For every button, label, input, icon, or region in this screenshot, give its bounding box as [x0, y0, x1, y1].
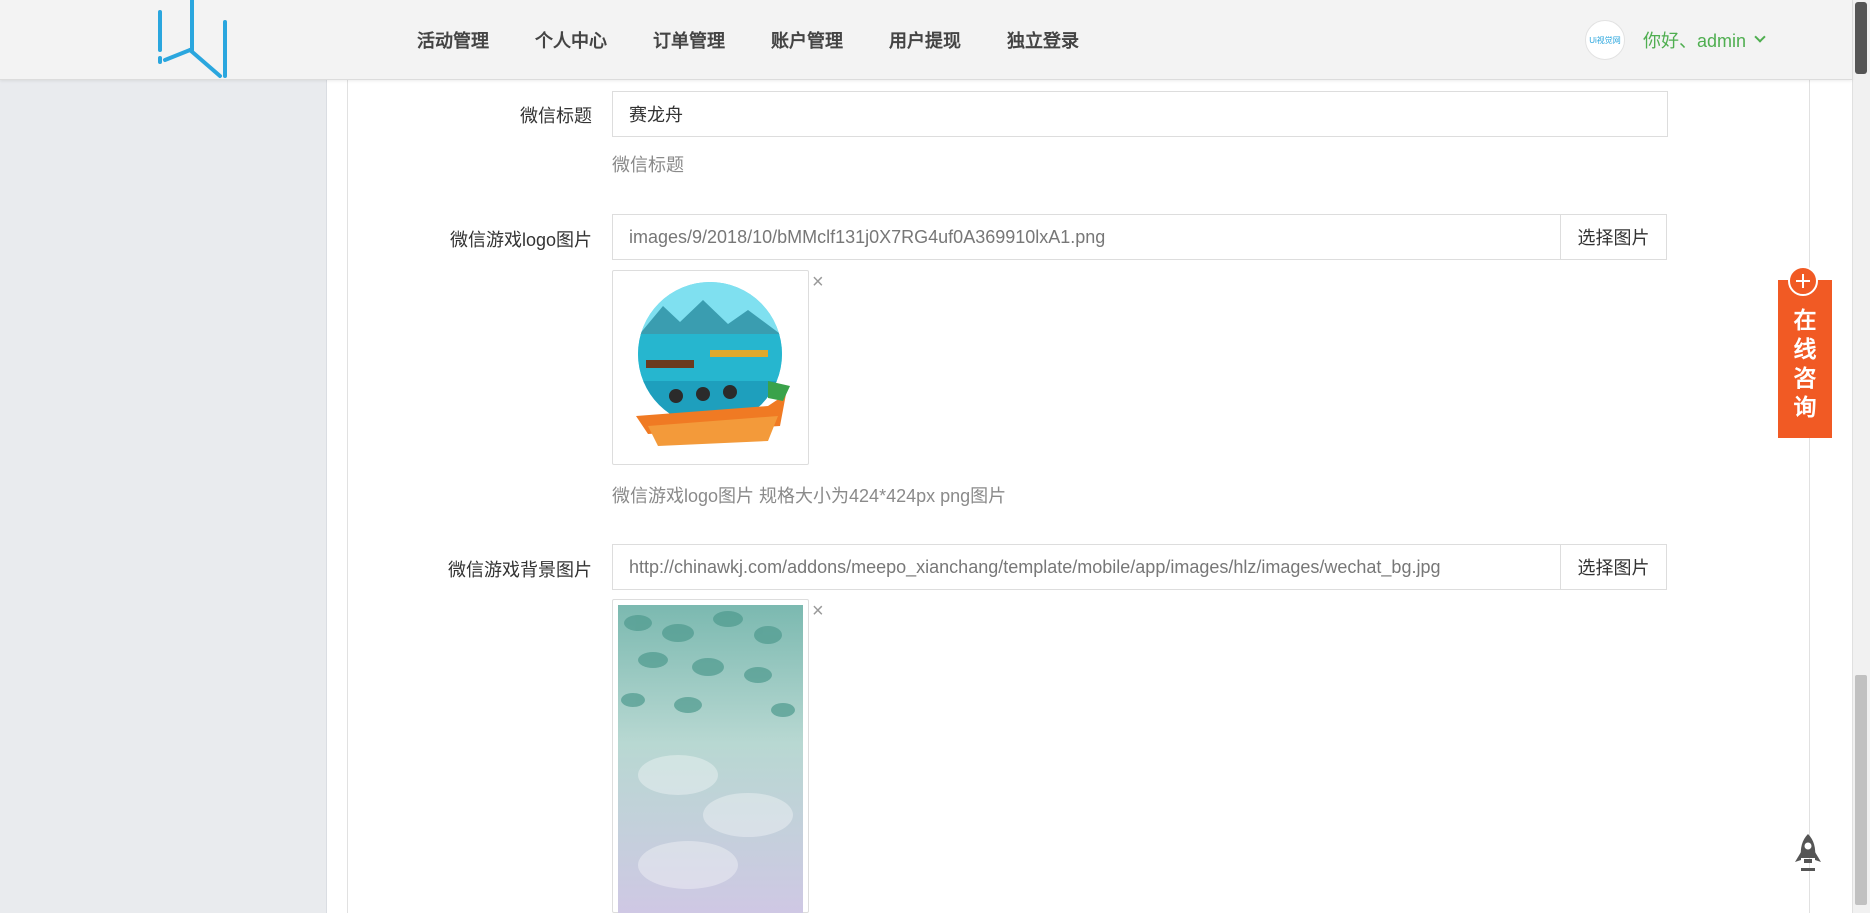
- dragon-boat-logo-image: [636, 282, 790, 446]
- logo-image-help: 微信游戏logo图片 规格大小为424*424px png图片: [612, 486, 1007, 506]
- logo-remove-close-icon[interactable]: ×: [812, 272, 824, 292]
- consult-char: 询: [1793, 394, 1817, 420]
- wechat-title-help: 微信标题: [612, 155, 684, 175]
- nav-item-accounts[interactable]: 账户管理: [748, 27, 866, 53]
- user-menu[interactable]: Ui视觉网 你好、admin: [1585, 20, 1766, 60]
- user-greeting[interactable]: 你好、admin: [1643, 27, 1746, 53]
- logo-icon[interactable]: [150, 0, 240, 80]
- nav-item-login[interactable]: 独立登录: [984, 27, 1102, 53]
- avatar[interactable]: Ui视觉网: [1585, 20, 1625, 60]
- top-bar: 活动管理 个人中心 订单管理 账户管理 用户提现 独立登录 Ui视觉网 你好、a…: [0, 0, 1852, 80]
- nav-item-activity[interactable]: 活动管理: [398, 27, 512, 53]
- wechat-title-label: 微信标题: [520, 106, 592, 126]
- leaf-background-image: [618, 605, 803, 913]
- nav-item-orders[interactable]: 订单管理: [630, 27, 748, 53]
- wechat-title-input[interactable]: 赛龙舟: [612, 91, 1668, 137]
- nav-item-profile[interactable]: 个人中心: [512, 27, 630, 53]
- background-select-image-button[interactable]: 选择图片: [1561, 544, 1667, 590]
- background-image-preview: [612, 599, 809, 913]
- logo-select-image-button[interactable]: 选择图片: [1561, 214, 1667, 260]
- left-panel: [0, 80, 326, 913]
- consult-char: 在: [1793, 307, 1817, 333]
- logo-image-label: 微信游戏logo图片: [449, 230, 592, 250]
- online-consult-label[interactable]: 在 线 咨 询: [1778, 306, 1832, 422]
- avatar-text: Ui视觉网: [1589, 35, 1621, 45]
- logo-image-path-input[interactable]: images/9/2018/10/bMMclf131j0X7RG4uf0A369…: [612, 214, 1561, 260]
- corner-widget: [1855, 2, 1867, 74]
- background-image-path-input[interactable]: http://chinawkj.com/addons/meepo_xiancha…: [612, 544, 1561, 590]
- consult-char: 咨: [1793, 365, 1817, 391]
- page-scrollbar-thumb[interactable]: [1855, 675, 1867, 905]
- chevron-down-icon[interactable]: [1754, 31, 1766, 43]
- main-nav: 活动管理 个人中心 订单管理 账户管理 用户提现 独立登录: [398, 0, 1102, 80]
- rocket-icon[interactable]: [1792, 832, 1824, 874]
- nav-item-withdraw[interactable]: 用户提现: [866, 27, 984, 53]
- plus-circle-icon[interactable]: [1788, 266, 1818, 296]
- form-panel: [347, 80, 1810, 913]
- logo-image-preview: [612, 270, 809, 465]
- background-remove-close-icon[interactable]: ×: [812, 601, 824, 621]
- background-image-label: 微信游戏背景图片: [448, 560, 592, 580]
- consult-char: 线: [1793, 336, 1817, 362]
